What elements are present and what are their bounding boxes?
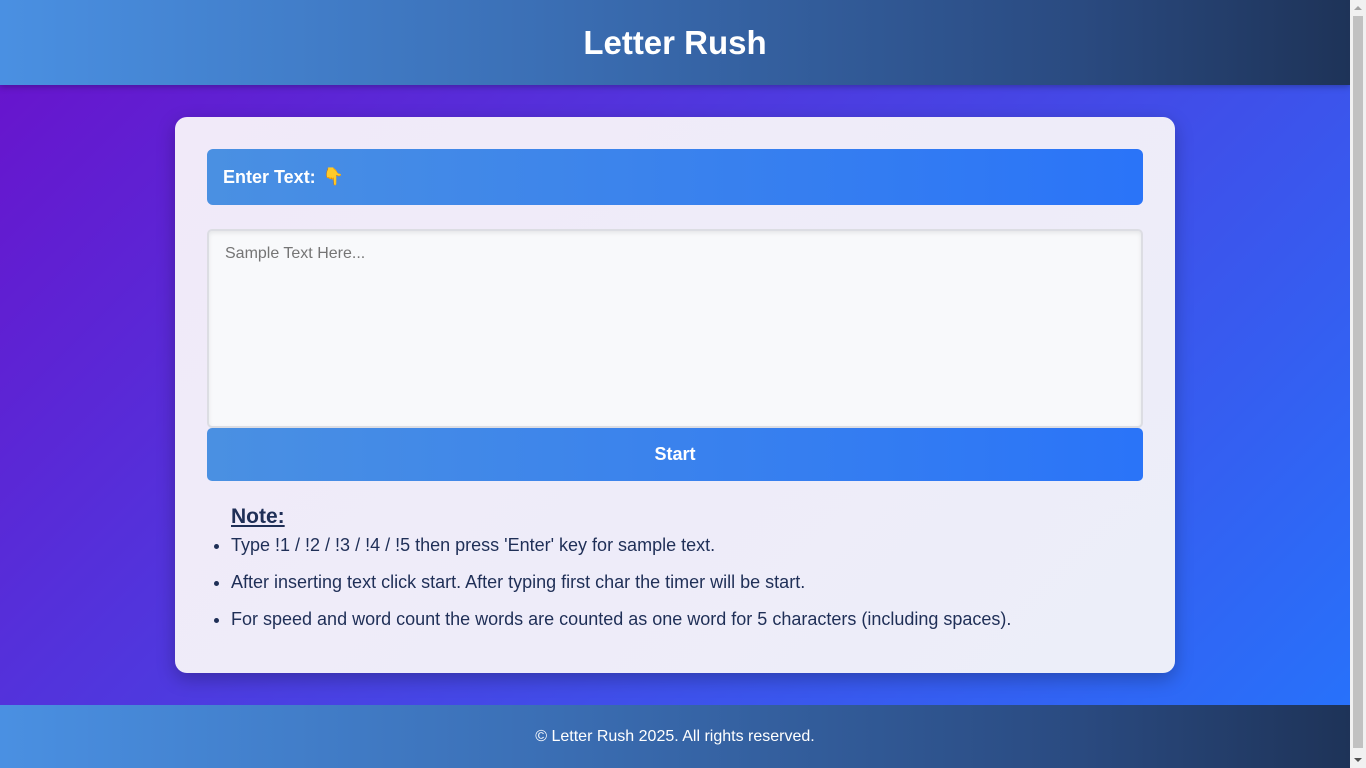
note-item: Type !1 / !2 / !3 / !4 / !5 then press '…	[231, 535, 1143, 556]
note-list: Type !1 / !2 / !3 / !4 / !5 then press '…	[207, 535, 1143, 630]
copyright-text: © Letter Rush 2025. All rights reserved.	[535, 727, 815, 745]
site-header: Letter Rush	[0, 0, 1350, 85]
scroll-up-arrow[interactable]	[1350, 0, 1366, 16]
site-footer: © Letter Rush 2025. All rights reserved.	[0, 705, 1350, 768]
start-button[interactable]: Start	[207, 428, 1143, 481]
pointing-down-icon: 👇	[322, 167, 344, 186]
arrow-up-icon	[1354, 6, 1362, 10]
vertical-scrollbar[interactable]	[1350, 0, 1366, 768]
note-item: After inserting text click start. After …	[231, 572, 1143, 593]
app-title: Letter Rush	[583, 23, 767, 61]
note-item: For speed and word count the words are c…	[231, 609, 1143, 630]
enter-text-label-bar: Enter Text: 👇	[207, 149, 1143, 205]
scrollbar-thumb[interactable]	[1353, 16, 1363, 748]
sample-text-input[interactable]	[207, 229, 1143, 428]
note-section: Note: Type !1 / !2 / !3 / !4 / !5 then p…	[207, 505, 1143, 630]
main-card: Enter Text: 👇 Start Note: Type !1 / !2 /…	[175, 117, 1175, 673]
enter-text-label: Enter Text:	[223, 166, 316, 187]
scroll-down-arrow[interactable]	[1350, 752, 1366, 768]
note-title: Note:	[231, 505, 285, 528]
arrow-down-icon	[1354, 758, 1362, 762]
